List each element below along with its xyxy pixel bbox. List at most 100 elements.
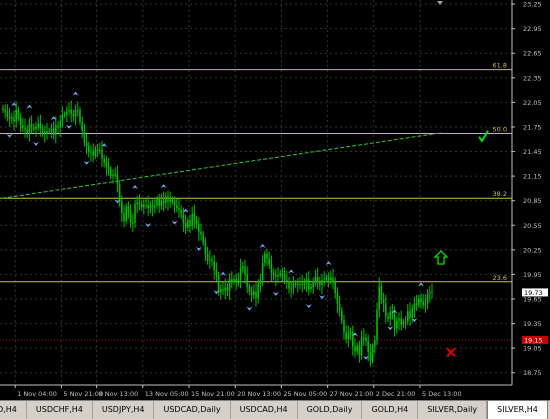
time-axis-label: 2 Dec 21:00 bbox=[376, 390, 416, 398]
candle-body bbox=[127, 206, 130, 212]
candle-body bbox=[338, 303, 341, 311]
price-axis-label: 21.75 bbox=[523, 123, 542, 131]
chart-tab-gold-h4[interactable]: GOLD,H4 bbox=[362, 401, 419, 419]
candle-body bbox=[332, 277, 334, 281]
candle-body bbox=[198, 223, 200, 232]
candle-body bbox=[57, 125, 59, 128]
time-axis-label: 27 Nov 21:00 bbox=[330, 390, 374, 398]
candle-body bbox=[48, 131, 50, 133]
fractal-up-marker bbox=[132, 184, 138, 189]
candle-body bbox=[94, 149, 97, 156]
candle-body bbox=[415, 303, 418, 305]
chart-tab-gold-daily[interactable]: GOLD,Daily bbox=[298, 401, 363, 419]
candle-body bbox=[116, 174, 119, 185]
candle-body bbox=[193, 213, 196, 221]
fractal-down-marker bbox=[387, 326, 394, 331]
candle-body bbox=[242, 266, 244, 268]
candle-body bbox=[369, 352, 372, 361]
candle-body bbox=[165, 196, 167, 204]
candle-body bbox=[312, 282, 314, 287]
candle-body bbox=[6, 111, 9, 118]
candle-body bbox=[17, 109, 20, 118]
trendline[interactable] bbox=[1, 132, 443, 199]
candle-body bbox=[325, 277, 328, 280]
price-axis-label: 20.25 bbox=[523, 246, 542, 254]
candle-body bbox=[235, 278, 237, 283]
price-chart[interactable]: 61.8 50.0 38.2 23.6 23.25 22.95 22.65 22.35 22.0… bbox=[0, 0, 550, 400]
shift-marker-icon[interactable] bbox=[437, 1, 443, 5]
current-price-value: 19.73 bbox=[524, 289, 543, 297]
candle-body bbox=[268, 258, 270, 265]
candle-body bbox=[429, 292, 431, 294]
candle-body bbox=[129, 211, 132, 224]
candle-body bbox=[259, 280, 262, 284]
candle-body bbox=[209, 259, 211, 261]
chart-tab-usdchf-h4[interactable]: USDCHF,H4 bbox=[27, 401, 93, 419]
candle-body bbox=[264, 253, 266, 263]
candle-body bbox=[33, 126, 35, 130]
chart-tab-usdcad-daily[interactable]: USDCAD,Daily bbox=[154, 401, 231, 419]
candle-body bbox=[11, 117, 13, 119]
fib-level-label: 50.0 bbox=[493, 126, 507, 134]
candle-body bbox=[123, 212, 125, 222]
candle-body bbox=[250, 291, 253, 295]
candle-body bbox=[239, 267, 242, 281]
candle-body bbox=[226, 287, 229, 291]
candle-body bbox=[336, 293, 339, 304]
candle-body bbox=[413, 303, 416, 309]
candle-body bbox=[409, 311, 411, 318]
fractal-down-marker bbox=[305, 304, 312, 309]
candle-body bbox=[356, 345, 358, 352]
candle-body bbox=[299, 284, 301, 286]
candle-body bbox=[303, 282, 306, 285]
candle-body bbox=[345, 332, 347, 340]
fractal-up-marker bbox=[288, 269, 295, 274]
price-axis-label: 22.05 bbox=[523, 99, 542, 107]
fractal-up-marker bbox=[160, 184, 167, 189]
candle-body bbox=[367, 340, 369, 353]
candle-body bbox=[270, 264, 273, 273]
candle-body bbox=[167, 196, 169, 202]
candle-body bbox=[70, 109, 72, 114]
fractal-down-marker bbox=[171, 220, 178, 225]
candle-body bbox=[305, 279, 308, 283]
candle-body bbox=[96, 149, 99, 151]
chart-tab-silver-h4[interactable]: SILVER,H4 bbox=[487, 401, 548, 419]
candle-body bbox=[228, 279, 231, 291]
candle-body bbox=[297, 283, 299, 286]
candle-body bbox=[224, 287, 226, 291]
candle-body bbox=[411, 308, 413, 318]
candle-body bbox=[426, 293, 429, 304]
fractal-down-marker bbox=[272, 291, 279, 296]
candle-body bbox=[105, 162, 108, 167]
chart-tab-sd-h4[interactable]: SD,H4 bbox=[0, 401, 27, 419]
candle-body bbox=[195, 220, 198, 224]
chart-canvas[interactable]: 61.8 50.0 38.2 23.6 23.25 22.95 22.65 22.35 22.0… bbox=[0, 0, 550, 400]
candle-body bbox=[88, 145, 90, 153]
candle-body bbox=[136, 202, 138, 204]
candle-body bbox=[327, 277, 330, 281]
time-axis-label: 8 Nov 13:00 bbox=[99, 390, 139, 398]
chart-tab-usdjpy-h4[interactable]: USDJPY,H4 bbox=[93, 401, 155, 419]
candle-body bbox=[314, 276, 317, 283]
candle-body bbox=[347, 335, 350, 340]
candle-body bbox=[37, 123, 39, 127]
candle-body bbox=[215, 270, 218, 276]
candle-body bbox=[26, 129, 28, 133]
candle-body bbox=[176, 205, 178, 209]
chart-tab-usdcad-h4[interactable]: USDCAD,H4 bbox=[231, 401, 298, 419]
candle-body bbox=[171, 199, 174, 202]
candle-body bbox=[158, 199, 160, 206]
candle-body bbox=[22, 125, 24, 128]
fib-level-label: 61.8 bbox=[493, 62, 507, 70]
candle-body bbox=[363, 337, 365, 339]
fractal-up-marker bbox=[72, 91, 79, 96]
time-axis-label: 20 Nov 13:00 bbox=[237, 390, 281, 398]
fractal-down-marker bbox=[6, 133, 13, 138]
chart-tab-silver-daily[interactable]: SILVER,Daily bbox=[418, 401, 488, 419]
candle-body bbox=[92, 151, 94, 156]
candle-body bbox=[24, 127, 26, 130]
candle-body bbox=[154, 205, 156, 208]
candle-body bbox=[204, 242, 207, 254]
candle-body bbox=[74, 110, 77, 117]
